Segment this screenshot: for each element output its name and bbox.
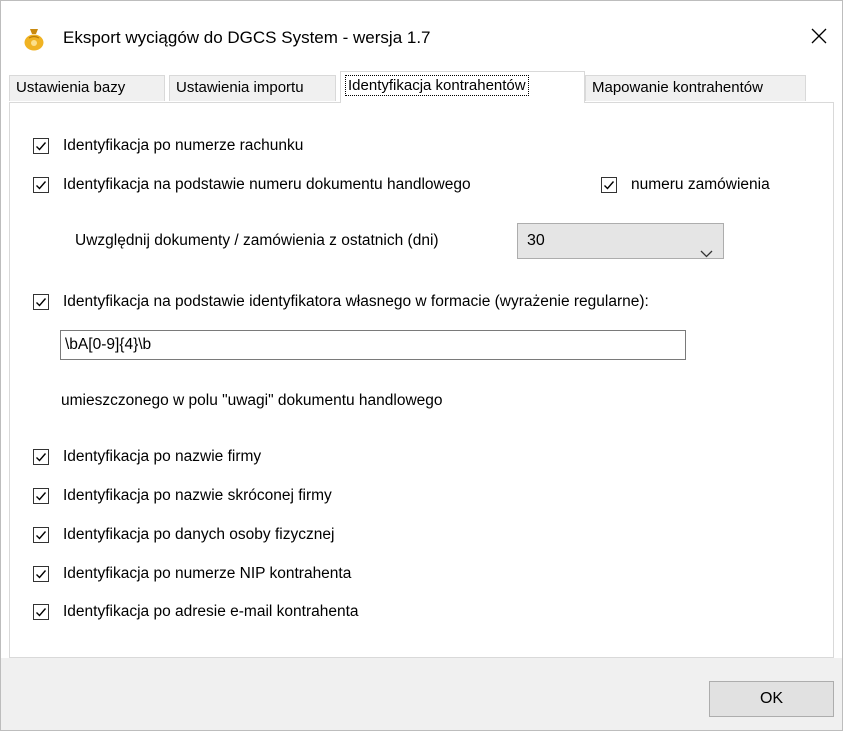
money-bag-icon [23, 27, 45, 51]
checkmark-icon [36, 142, 47, 151]
tab-label: Identyfikacja kontrahentów [345, 75, 529, 96]
checkbox-box[interactable] [33, 449, 49, 465]
checkmark-icon [36, 453, 47, 462]
checkmark-icon [36, 608, 47, 617]
checkbox-box[interactable] [33, 566, 49, 582]
checkmark-icon [36, 570, 47, 579]
checkbox-box[interactable] [33, 604, 49, 620]
checkbox-by-trade-document[interactable]: Identyfikacja na podstawie numeru dokume… [33, 176, 471, 194]
window-title: Eksport wyciągów do DGCS System - wersja… [63, 28, 431, 47]
checkbox-box[interactable] [33, 177, 49, 193]
regex-input[interactable] [60, 330, 686, 360]
tab-label: Mapowanie kontrahentów [592, 79, 763, 96]
checkbox-box[interactable] [33, 138, 49, 154]
checkbox-label: Identyfikacja na podstawie identyfikator… [63, 293, 649, 310]
tab-database-settings[interactable]: Ustawienia bazy [9, 75, 165, 101]
days-select[interactable]: 30 [517, 223, 724, 259]
tab-label: Ustawienia bazy [16, 79, 126, 96]
ok-button[interactable]: OK [709, 681, 834, 717]
checkbox-label: Identyfikacja po nazwie skróconej firmy [63, 487, 332, 504]
checkbox-by-short-name[interactable]: Identyfikacja po nazwie skróconej firmy [33, 487, 332, 505]
checkbox-box[interactable] [33, 527, 49, 543]
tab-contractor-identification[interactable]: Identyfikacja kontrahentów [340, 71, 585, 103]
checkbox-box[interactable] [33, 294, 49, 310]
days-label: Uwzględnij dokumenty / zamówienia z osta… [75, 232, 439, 249]
tab-import-settings[interactable]: Ustawienia importu [169, 75, 336, 101]
checkbox-by-own-identifier[interactable]: Identyfikacja na podstawie identyfikator… [33, 293, 649, 311]
checkbox-by-person-data[interactable]: Identyfikacja po danych osoby fizycznej [33, 526, 334, 544]
checkbox-box[interactable] [33, 488, 49, 504]
checkbox-by-company-name[interactable]: Identyfikacja po nazwie firmy [33, 448, 261, 466]
checkbox-label: Identyfikacja po numerze rachunku [63, 137, 304, 154]
checkbox-label: numeru zamówienia [631, 176, 770, 193]
checkbox-label: Identyfikacja po numerze NIP kontrahenta [63, 565, 352, 582]
regex-note: umieszczonego w polu "uwagi" dokumentu h… [61, 392, 443, 409]
checkbox-label: Identyfikacja po danych osoby fizycznej [63, 526, 335, 543]
checkbox-by-nip[interactable]: Identyfikacja po numerze NIP kontrahenta [33, 565, 351, 583]
checkmark-icon [604, 181, 615, 190]
chevron-down-icon [700, 237, 713, 271]
checkmark-icon [36, 531, 47, 540]
checkmark-icon [36, 181, 47, 190]
checkbox-label: Identyfikacja po nazwie firmy [63, 448, 262, 465]
tab-contractor-mapping[interactable]: Mapowanie kontrahentów [585, 75, 806, 101]
tab-label: Ustawienia importu [176, 79, 304, 96]
close-icon [811, 28, 827, 49]
days-select-value: 30 [527, 232, 545, 249]
checkmark-icon [36, 492, 47, 501]
checkbox-by-account-number[interactable]: Identyfikacja po numerze rachunku [33, 137, 303, 155]
close-button[interactable] [796, 15, 842, 61]
tab-strip: Ustawienia bazy Ustawienia importu Ident… [9, 71, 834, 103]
checkbox-label: Identyfikacja po adresie e-mail kontrahe… [63, 603, 359, 620]
checkbox-box[interactable] [601, 177, 617, 193]
dialog-window: Eksport wyciągów do DGCS System - wersja… [0, 0, 843, 731]
identification-panel: Identyfikacja po numerze rachunku Identy… [9, 102, 834, 658]
checkbox-by-email[interactable]: Identyfikacja po adresie e-mail kontrahe… [33, 603, 359, 621]
checkbox-label: Identyfikacja na podstawie numeru dokume… [63, 176, 471, 193]
checkbox-by-order-number[interactable]: numeru zamówienia [601, 176, 770, 194]
checkmark-icon [36, 298, 47, 307]
title-bar[interactable]: Eksport wyciągów do DGCS System - wersja… [1, 1, 842, 61]
